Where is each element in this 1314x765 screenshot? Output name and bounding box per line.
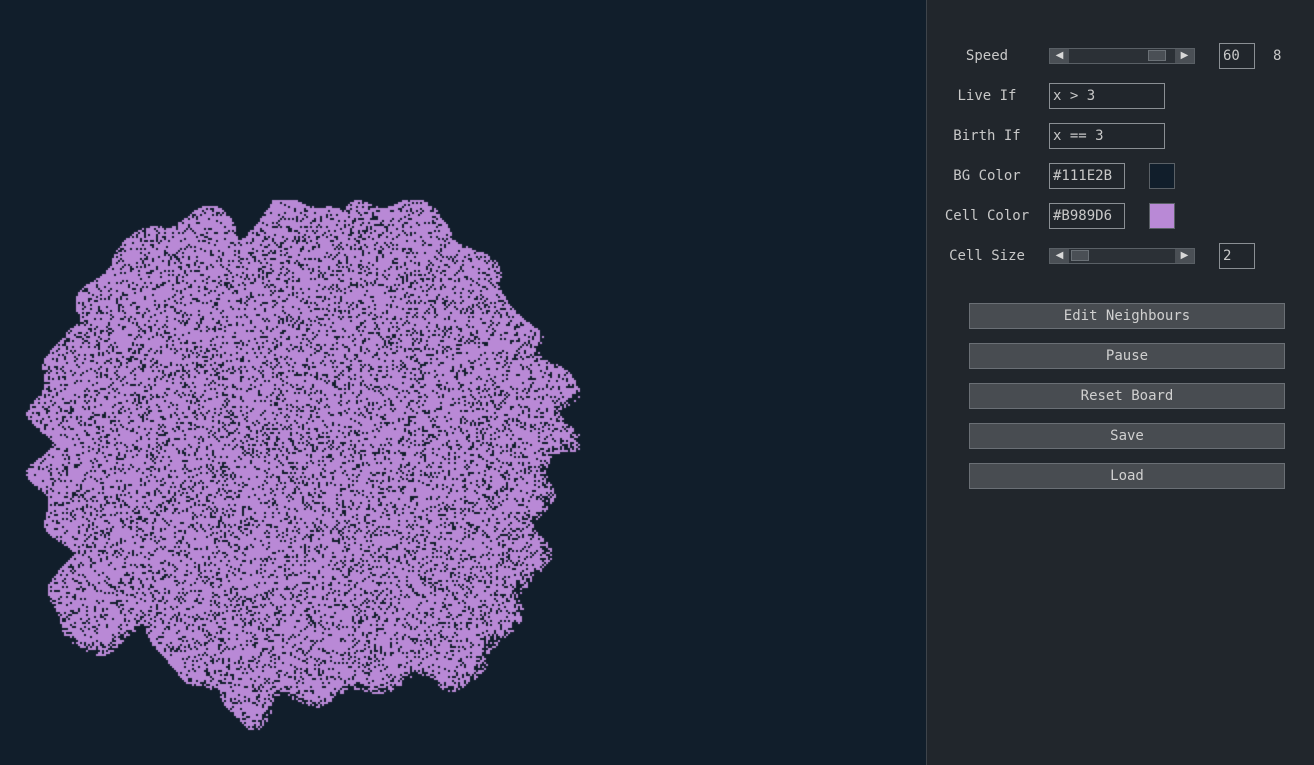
bg-color-input[interactable]	[1049, 163, 1125, 189]
speed-thumb[interactable]	[1148, 50, 1166, 61]
speed-input[interactable]	[1219, 43, 1255, 69]
cell-size-input[interactable]	[1219, 243, 1255, 269]
load-button[interactable]: Load	[969, 463, 1285, 489]
reset-board-button[interactable]: Reset Board	[969, 383, 1285, 409]
edit-neighbours-button[interactable]: Edit Neighbours	[969, 303, 1285, 329]
cell-color-input[interactable]	[1049, 203, 1125, 229]
game-board[interactable]	[0, 0, 926, 765]
live-if-input[interactable]	[1049, 83, 1165, 109]
birth-if-label: Birth If	[953, 128, 1021, 144]
cell-size-scrollbar[interactable]: ◀ ▶	[1049, 248, 1195, 264]
cell-size-thumb[interactable]	[1071, 250, 1089, 261]
board-canvas[interactable]	[0, 0, 926, 765]
cell-color-label: Cell Color	[944, 208, 1030, 224]
birth-if-input[interactable]	[1049, 123, 1165, 149]
cell-size-track[interactable]	[1069, 249, 1175, 263]
speed-track[interactable]	[1069, 49, 1175, 63]
cell-size-label: Cell Size	[949, 248, 1025, 264]
pause-button[interactable]: Pause	[969, 343, 1285, 369]
speed-scrollbar[interactable]: ◀ ▶	[1049, 48, 1195, 64]
save-button[interactable]: Save	[969, 423, 1285, 449]
cell-color-swatch[interactable]	[1149, 203, 1175, 229]
scroll-right-icon[interactable]: ▶	[1175, 49, 1194, 63]
speed-extra-value: 8	[1273, 48, 1282, 64]
scroll-left-icon[interactable]: ◀	[1050, 49, 1069, 63]
speed-label: Speed	[965, 48, 1009, 64]
scroll-left-icon[interactable]: ◀	[1050, 249, 1069, 263]
bg-color-swatch[interactable]	[1149, 163, 1175, 189]
control-panel: Speed ◀ ▶ 8 Live If Birth If BG Color Ce…	[926, 0, 1314, 765]
live-if-label: Live If	[957, 88, 1017, 104]
bg-color-label: BG Color	[953, 168, 1021, 184]
scroll-right-icon[interactable]: ▶	[1175, 249, 1194, 263]
